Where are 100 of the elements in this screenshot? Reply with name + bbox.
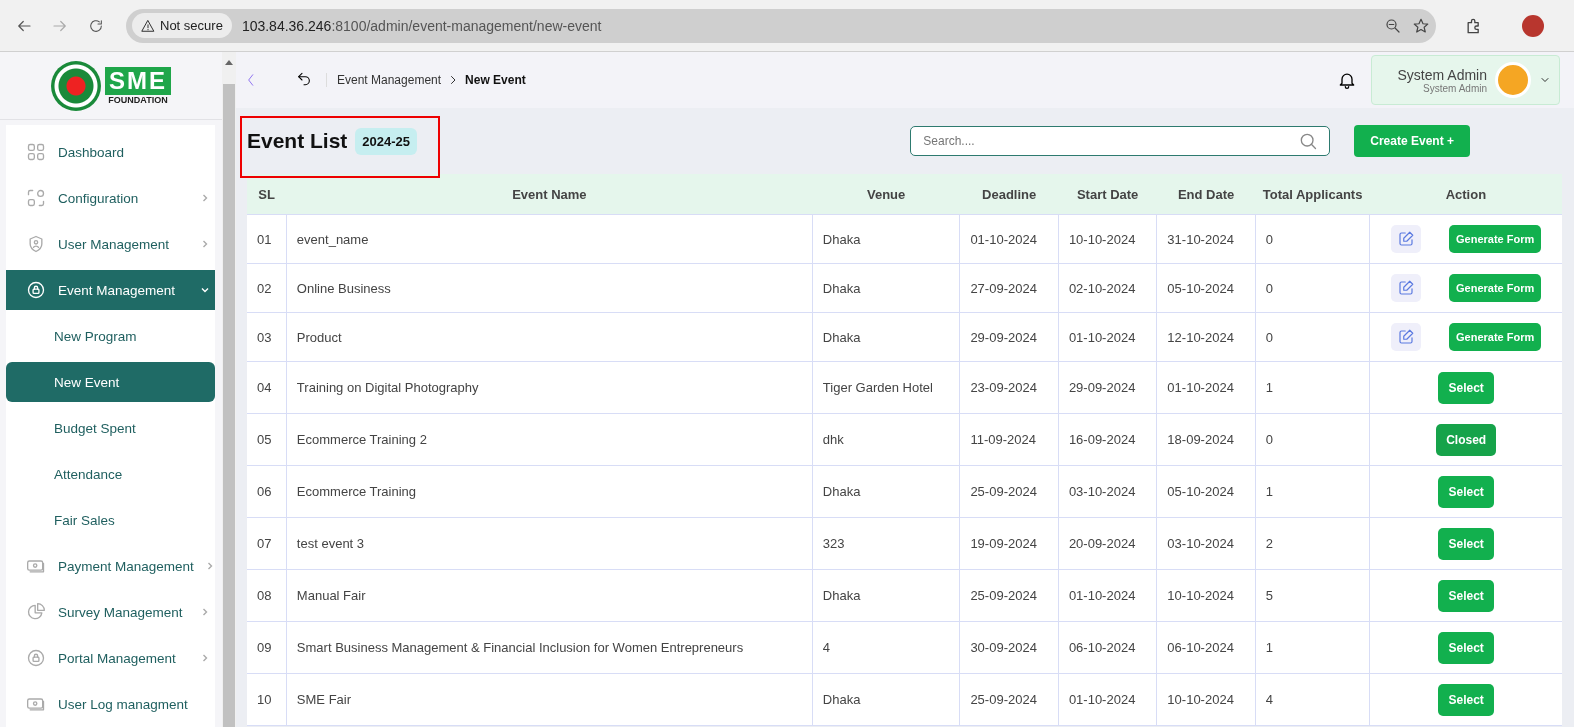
table-cell: 05-10-2024 [1156, 465, 1256, 518]
table-cell: 25-09-2024 [959, 673, 1059, 726]
table-cell: 18-09-2024 [1156, 413, 1256, 466]
table-cell: event_name [286, 214, 813, 264]
table-cell: Ecommerce Training [286, 465, 813, 518]
chevron-right-icon [205, 562, 214, 570]
logo-subtitle: FOUNDATION [108, 94, 168, 105]
table-cell: 0 [1255, 263, 1370, 313]
avatar-icon [1495, 62, 1531, 98]
page-title: Event List [247, 129, 348, 153]
user-menu[interactable]: System Admin System Admin [1370, 55, 1560, 105]
warning-icon [141, 18, 155, 33]
table-cell: Ecommerce Training 2 [286, 413, 813, 466]
table-cell: 0 [1255, 413, 1370, 466]
year-badge: 2024-25 [355, 127, 418, 155]
table-cell: Smart Business Management & Financial Inclusion for Women Entrepreneurs [286, 621, 813, 674]
chevron-right-icon [201, 194, 209, 202]
table-cell: 4 [1255, 673, 1370, 726]
sidebar-item[interactable]: Payment Management [6, 546, 215, 586]
logo-text: SME [105, 66, 171, 95]
table-cell: 31-10-2024 [1156, 214, 1256, 264]
sidebar-item[interactable]: Event Management [6, 270, 215, 310]
table-cell: 03-10-2024 [1058, 465, 1157, 518]
sidebar-item[interactable]: Budget Spent [6, 408, 215, 448]
shapes-icon [26, 188, 46, 208]
table-cell: 27-09-2024 [959, 263, 1059, 313]
sidebar-item[interactable]: Fair Sales [6, 500, 215, 540]
table-cell: 03-10-2024 [1156, 517, 1256, 570]
undo-icon [296, 70, 312, 86]
search-icon [1298, 131, 1319, 151]
chevron-right-icon [201, 240, 209, 248]
lock-icon [26, 280, 46, 300]
table-cell: Online Business [286, 263, 813, 313]
table-cell: 10-10-2024 [1058, 214, 1157, 264]
table-cell: 02-10-2024 [1058, 263, 1157, 313]
security-label: Not secure [160, 18, 223, 33]
sidebar-item[interactable]: Survey Management [6, 592, 215, 632]
table-cell: 03 [247, 312, 287, 362]
table-cell: dhk [812, 413, 960, 466]
profile-avatar[interactable] [1522, 14, 1544, 37]
url-text[interactable]: 103.84.36.246:8100/admin/event-management/new-event [241, 17, 1374, 34]
table-cell: 01-10-2024 [959, 214, 1059, 264]
table-cell: 323 [812, 517, 960, 570]
sidebar-item[interactable]: Dashboard [6, 132, 215, 172]
search-field[interactable]: Search.... [910, 126, 1331, 156]
table-cell: 05 [247, 413, 287, 466]
column-header: Venue [812, 174, 960, 215]
table-cell: SME Fair [286, 673, 813, 726]
table-cell: 25-09-2024 [959, 465, 1059, 518]
breadcrumb-link[interactable]: Event Management [337, 73, 442, 87]
sidebar-item[interactable]: Portal Management [6, 638, 215, 678]
table-cell: 1 [1255, 465, 1370, 518]
grid-icon [26, 142, 46, 162]
sidebar-item[interactable]: New Event [6, 362, 215, 402]
table-cell: Dhaka [812, 569, 960, 622]
edit-button[interactable] [1391, 323, 1421, 351]
table-cell: 1 [1255, 361, 1370, 414]
table-cell: 01 [247, 214, 287, 264]
table-cell: 02 [247, 263, 287, 313]
table-cell: 30-09-2024 [959, 621, 1059, 674]
edit-icon [1397, 230, 1415, 248]
table-cell: 19-09-2024 [959, 517, 1059, 570]
edit-icon [1397, 279, 1415, 297]
table-cell: 5 [1255, 569, 1370, 622]
scrollbar[interactable] [222, 52, 236, 727]
sidebar-item[interactable]: Attendance [6, 454, 215, 494]
table-cell: 16-09-2024 [1058, 413, 1157, 466]
table-cell: Dhaka [812, 263, 960, 313]
security-chip[interactable]: Not secure [132, 13, 232, 38]
edit-button[interactable] [1391, 225, 1421, 253]
table-cell: Dhaka [812, 673, 960, 726]
sidebar-item[interactable]: New Program [6, 316, 215, 356]
table-cell: 08 [247, 569, 287, 622]
table-cell: 09 [247, 621, 287, 674]
table-cell: 10-10-2024 [1156, 673, 1256, 726]
column-header: Total Applicants [1255, 174, 1370, 215]
table-cell: Dhaka [812, 312, 960, 362]
table-cell: 20-09-2024 [1058, 517, 1157, 570]
scroll-up-icon[interactable] [225, 58, 233, 66]
table-cell: 0 [1255, 214, 1370, 264]
column-header: Start Date [1058, 174, 1157, 215]
sidebar-item[interactable]: Configuration [6, 178, 215, 218]
table-cell: 06-10-2024 [1058, 621, 1157, 674]
column-header: End Date [1156, 174, 1256, 215]
table-cell: 10-10-2024 [1156, 569, 1256, 622]
sidebar-item[interactable]: User Management [6, 224, 215, 264]
zoom-out-icon [1384, 16, 1402, 35]
star-icon [1412, 16, 1430, 35]
table-cell: 29-09-2024 [1058, 361, 1157, 414]
column-header: SL [247, 174, 287, 215]
chevron-right-icon [201, 654, 209, 662]
table-cell: 01-10-2024 [1156, 361, 1256, 414]
sidebar-item[interactable]: User Log managment [6, 684, 215, 724]
table-cell: 06-10-2024 [1156, 621, 1256, 674]
edit-button[interactable] [1391, 274, 1421, 302]
table-cell: Product [286, 312, 813, 362]
chevron-down-icon [201, 286, 209, 294]
table-cell: 05-10-2024 [1156, 263, 1256, 313]
table-cell: 1 [1255, 621, 1370, 674]
emblem-logo [51, 60, 101, 111]
